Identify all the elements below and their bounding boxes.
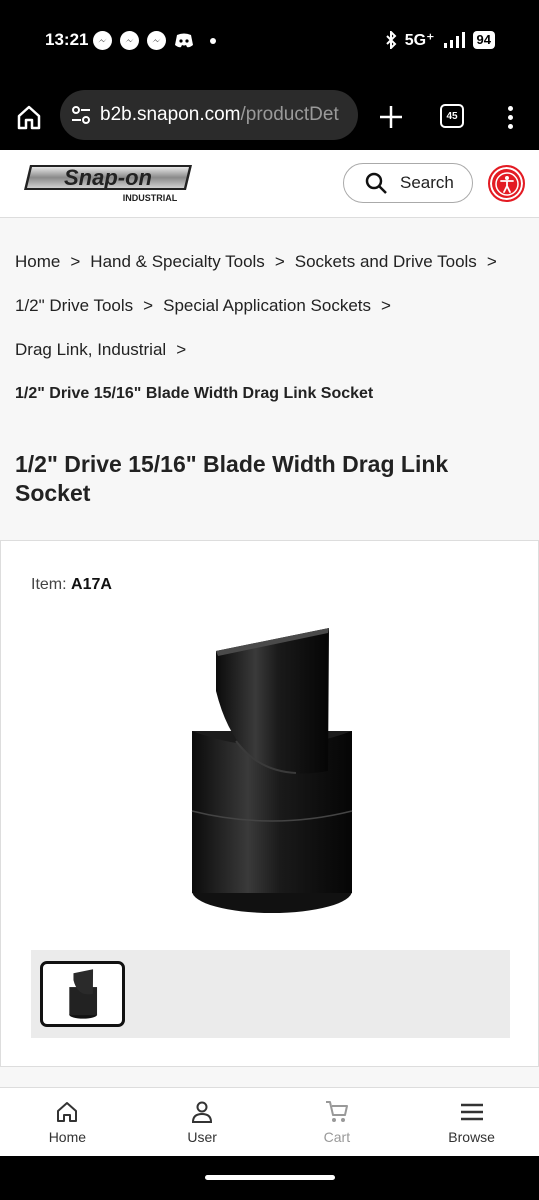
cart-icon (325, 1101, 348, 1122)
item-number: Item: A17A (31, 576, 112, 594)
product-thumbnail[interactable] (40, 961, 125, 1027)
network-label: 5G⁺ (404, 32, 435, 49)
browser-toolbar: b2b.snapon.com/productDet 45 (0, 82, 539, 150)
menu-icon (460, 1103, 483, 1121)
site-settings-icon[interactable] (70, 104, 92, 126)
breadcrumb-separator: > (143, 296, 154, 315)
accessibility-button[interactable] (488, 165, 525, 202)
snapon-logo[interactable]: Snap-on INDUSTRIAL (22, 162, 194, 204)
page-title: 1/2" Drive 15/16" Blade Width Drag Link … (15, 451, 449, 506)
breadcrumb: Home > Hand & Specialty Tools > Sockets … (15, 240, 525, 416)
nav-home[interactable]: Home (0, 1088, 135, 1156)
user-icon (192, 1101, 213, 1123)
breadcrumb-home[interactable]: Home (15, 252, 60, 272)
item-label: Item: (31, 576, 67, 593)
address-bar[interactable]: b2b.snapon.com/productDet (60, 90, 358, 140)
breadcrumb-separator: > (176, 340, 187, 359)
tab-switcher-button[interactable]: 45 (440, 104, 464, 128)
breadcrumb-half-inch-drive-tools[interactable]: 1/2" Drive Tools (15, 296, 133, 316)
gesture-bar (0, 1156, 539, 1200)
system-icons: 5G⁺ 94 (385, 30, 495, 50)
nav-user[interactable]: User (135, 1088, 270, 1156)
nav-cart[interactable]: Cart (270, 1088, 405, 1156)
logo-subtext: INDUSTRIAL (123, 193, 178, 203)
bluetooth-icon (386, 31, 397, 49)
status-time: 13:21 (45, 30, 89, 49)
nav-home-label: Home (48, 1129, 87, 1145)
breadcrumb-special-application-sockets[interactable]: Special Application Sockets (163, 296, 371, 316)
browser-home-icon[interactable] (14, 102, 44, 132)
breadcrumb-hand-specialty-tools[interactable]: Hand & Specialty Tools (90, 252, 265, 272)
battery-icon: 94 (472, 31, 495, 49)
breadcrumb-drag-link-industrial[interactable]: Drag Link, Industrial (15, 340, 166, 360)
home-icon (57, 1102, 78, 1122)
browser-menu-icon[interactable] (500, 102, 520, 132)
discord-icon (175, 33, 193, 47)
breadcrumb-separator: > (274, 252, 285, 271)
product-image[interactable] (176, 621, 366, 921)
bottom-navigation: Home User Cart Browse (0, 1087, 539, 1156)
site-header: Snap-on INDUSTRIAL Search (0, 150, 539, 218)
breadcrumb-separator: > (381, 296, 391, 315)
search-icon (365, 172, 387, 194)
search-label: Search (400, 173, 454, 192)
breadcrumb-separator: > (70, 252, 81, 271)
signal-icon (443, 32, 465, 48)
thumbnail-strip (31, 950, 510, 1038)
breadcrumb-sockets-drive-tools[interactable]: Sockets and Drive Tools (295, 252, 477, 272)
product-thumbnail-image (68, 969, 97, 1019)
search-button[interactable]: Search (343, 163, 473, 203)
messenger-icon (93, 31, 112, 50)
product-card: Item: A17A (0, 540, 539, 1067)
new-tab-icon[interactable] (376, 102, 406, 132)
accessibility-icon (494, 171, 519, 196)
nav-browse[interactable]: Browse (404, 1088, 539, 1156)
url-text: b2b.snapon.com/productDet (100, 104, 339, 126)
logo-text: Snap-on (64, 165, 152, 190)
nav-browse-label: Browse (448, 1129, 495, 1145)
messenger-icon (120, 31, 139, 50)
nav-user-label: User (187, 1129, 217, 1145)
url-path: /productDet (240, 104, 339, 125)
breadcrumb-current: 1/2" Drive 15/16" Blade Width Drag Link … (15, 385, 374, 402)
more-notifications-icon (210, 37, 216, 44)
nav-cart-label: Cart (323, 1129, 351, 1145)
url-host: b2b.snapon.com (100, 104, 241, 125)
breadcrumb-separator: > (486, 252, 497, 271)
status-bar: 13:21 5G⁺ 94 (0, 0, 539, 82)
messenger-icon (147, 31, 166, 50)
gesture-handle[interactable] (205, 1175, 335, 1180)
notification-icons (93, 31, 216, 50)
item-number-value: A17A (71, 576, 112, 593)
